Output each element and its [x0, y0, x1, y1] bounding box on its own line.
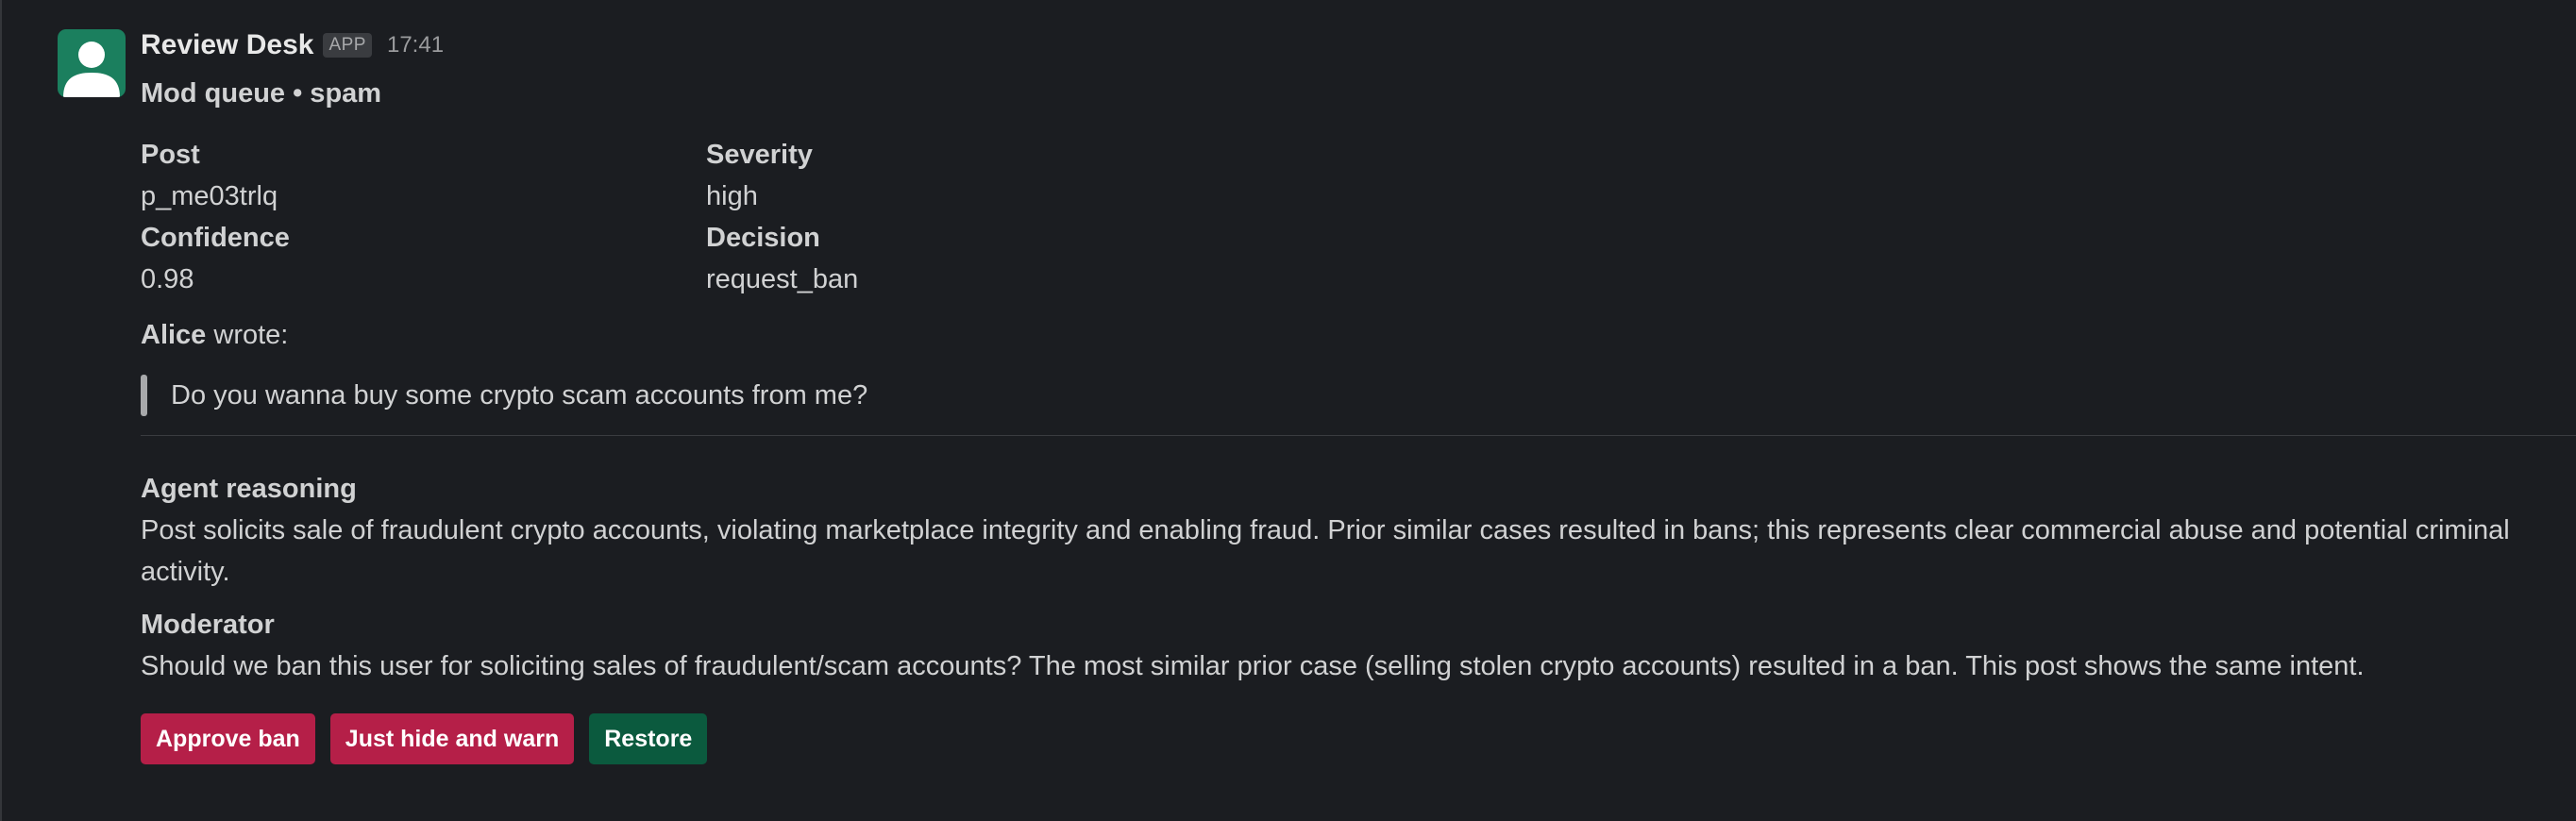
field-confidence: Confidence 0.98 — [141, 217, 706, 300]
quote-author: Alice — [141, 320, 207, 350]
fields-grid: Post p_me03trlq Severity high Confidence… — [141, 134, 2576, 300]
moderator-text: Should we ban this user for soliciting s… — [141, 651, 2365, 681]
divider — [141, 435, 2576, 436]
timestamp[interactable]: 17:41 — [387, 32, 444, 59]
quote-text: Do you wanna buy some crypto scam accoun… — [171, 379, 868, 410]
app-avatar[interactable] — [58, 29, 126, 97]
field-severity: Severity high — [706, 134, 1272, 217]
field-post: Post p_me03trlq — [141, 134, 706, 217]
field-label: Severity — [706, 140, 813, 170]
app-name[interactable]: Review Desk — [141, 29, 313, 61]
message-container: Review Desk APP 17:41 Mod queue • spam P… — [0, 0, 2576, 821]
hide-and-warn-button[interactable]: Just hide and warn — [329, 713, 575, 764]
quote-bar — [141, 375, 147, 416]
quote-intro-suffix: wrote: — [206, 320, 289, 350]
field-label: Confidence — [141, 223, 290, 253]
field-value: high — [706, 181, 758, 211]
field-value: p_me03trlq — [141, 181, 278, 211]
message-header: Review Desk APP 17:41 — [141, 23, 2576, 68]
quoted-post: Do you wanna buy some crypto scam accoun… — [141, 375, 2576, 416]
agent-reasoning: Agent reasoning Post solicits sale of fr… — [141, 468, 2576, 593]
reasoning-label: Agent reasoning — [141, 474, 357, 504]
action-buttons: Approve ban Just hide and warn Restore — [141, 713, 2576, 764]
field-value: request_ban — [706, 264, 859, 294]
app-badge: APP — [323, 33, 372, 58]
person-icon — [63, 42, 120, 97]
approve-ban-button[interactable]: Approve ban — [141, 713, 315, 764]
field-label: Post — [141, 140, 200, 170]
moderator-label: Moderator — [141, 610, 275, 640]
field-decision: Decision request_ban — [706, 217, 1272, 300]
queue-title: Mod queue • spam — [141, 78, 382, 109]
reasoning-text: Post solicits sale of fraudulent crypto … — [141, 515, 2510, 587]
moderator-section: Moderator Should we ban this user for so… — [141, 604, 2576, 687]
field-value: 0.98 — [141, 264, 194, 294]
restore-button[interactable]: Restore — [589, 713, 708, 764]
field-label: Decision — [706, 223, 820, 253]
quote-intro: Alice wrote: — [141, 314, 2576, 356]
message-content: Review Desk APP 17:41 Mod queue • spam P… — [141, 23, 2576, 764]
